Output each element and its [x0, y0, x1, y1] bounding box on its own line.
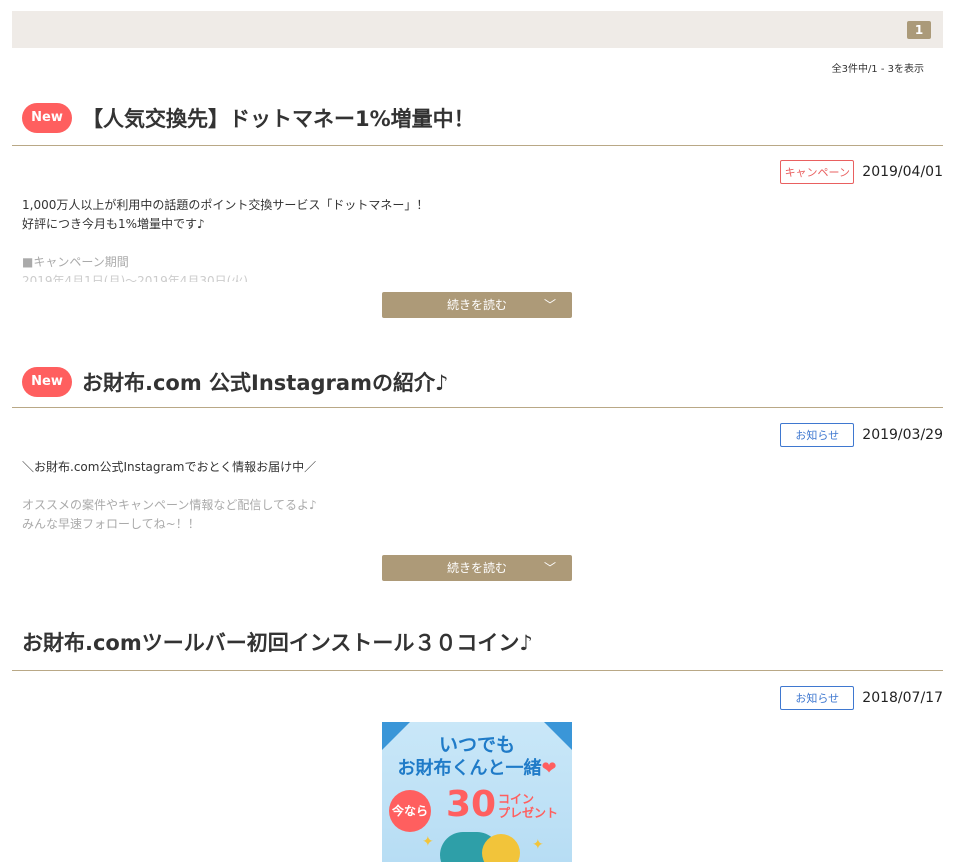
- article-title[interactable]: 【人気交換先】ドットマネー1%増量中！: [82, 103, 475, 133]
- banner-now-badge: 今なら: [389, 790, 431, 832]
- body-line: みんな早速フォローしてね~！！: [22, 517, 200, 531]
- read-more-button[interactable]: 続きを読む ﹀: [382, 292, 572, 318]
- category-tag[interactable]: お知らせ: [780, 686, 855, 710]
- article-title-row: New 【人気交換先】ドットマネー1%増量中！: [12, 98, 943, 138]
- article-meta: お知らせ 2019/03/29: [780, 423, 943, 447]
- body-line: [22, 477, 317, 496]
- news-article: New お財布.com 公式Instagramの紹介♪ お知らせ 2019/03…: [12, 362, 943, 581]
- article-body: 1,000万人以上が利用中の話題のポイント交換サービス「ドットマネー」！ 好評につ…: [22, 196, 428, 282]
- article-title-row: お財布.comツールバー初回インストール３０コイン♪: [12, 622, 943, 662]
- article-date: 2018/07/17: [862, 690, 943, 706]
- body-line: 2019年4月1日(月)～2019年4月30日(火): [22, 274, 248, 282]
- title-divider: [12, 407, 943, 408]
- read-more-label: 続きを読む: [446, 298, 507, 312]
- body-line: オススメの案件やキャンペーン情報など配信してるよ♪: [22, 498, 317, 512]
- body-line: 1,000万人以上が利用中の話題のポイント交換サービス「ドットマネー」！: [22, 198, 429, 212]
- category-tag[interactable]: お知らせ: [780, 423, 855, 447]
- news-article: お財布.comツールバー初回インストール３０コイン♪ お知らせ 2018/07/…: [12, 622, 943, 862]
- sparkle-icon: ✦: [532, 837, 544, 853]
- chevron-down-icon: ﹀: [543, 561, 556, 575]
- chevron-down-icon: ﹀: [543, 298, 556, 312]
- article-title[interactable]: お財布.comツールバー初回インストール３０コイン♪: [22, 627, 533, 657]
- body-line: ＼お財布.com公式Instagramでおとく情報お届け中／: [22, 460, 317, 474]
- sparkle-icon: ✦: [422, 834, 434, 850]
- heart-icon: ❤: [541, 758, 557, 779]
- banner-present: プレゼント: [498, 806, 559, 820]
- page-number-button[interactable]: 1: [907, 21, 931, 39]
- banner-coin-text: コイン プレゼント: [498, 792, 558, 820]
- pagination-bar: 1: [12, 11, 943, 48]
- article-date: 2019/03/29: [862, 427, 943, 443]
- coin-illustration: [482, 834, 520, 862]
- banner-line1: いつでも: [438, 734, 515, 756]
- result-count: 全3件中/1 - 3を表示: [831, 64, 924, 75]
- new-badge: New: [22, 103, 72, 133]
- body-line: 好評につき今月も1%増量中です♪: [22, 217, 205, 231]
- banner-line2-text: お財布くんと一緒: [397, 758, 542, 779]
- article-date: 2019/04/01: [862, 164, 943, 180]
- banner-coin: コイン: [498, 792, 535, 806]
- title-divider: [12, 145, 943, 146]
- article-meta: お知らせ 2018/07/17: [780, 686, 943, 710]
- article-title-row: New お財布.com 公式Instagramの紹介♪: [12, 362, 943, 402]
- read-more-button[interactable]: 続きを読む ﹀: [382, 555, 572, 581]
- title-divider: [12, 670, 943, 671]
- article-meta: キャンペーン 2019/04/01: [780, 160, 943, 184]
- body-line: ■キャンペーン期間: [22, 255, 129, 269]
- banner-number: 30: [446, 784, 497, 825]
- banner-line2: お財布くんと一緒❤: [382, 754, 572, 780]
- toolbar-banner-image[interactable]: いつでも お財布くんと一緒❤ 今なら 30 コイン プレゼント ✦ ✦: [382, 722, 572, 862]
- category-tag[interactable]: キャンペーン: [780, 160, 855, 184]
- article-body: ＼お財布.com公式Instagramでおとく情報お届け中／ オススメの案件やキ…: [22, 458, 317, 534]
- read-more-label: 続きを読む: [446, 561, 507, 575]
- body-line: [22, 234, 428, 253]
- news-article: New 【人気交換先】ドットマネー1%増量中！ キャンペーン 2019/04/0…: [12, 98, 943, 318]
- article-title[interactable]: お財布.com 公式Instagramの紹介♪: [82, 367, 448, 397]
- new-badge: New: [22, 367, 72, 397]
